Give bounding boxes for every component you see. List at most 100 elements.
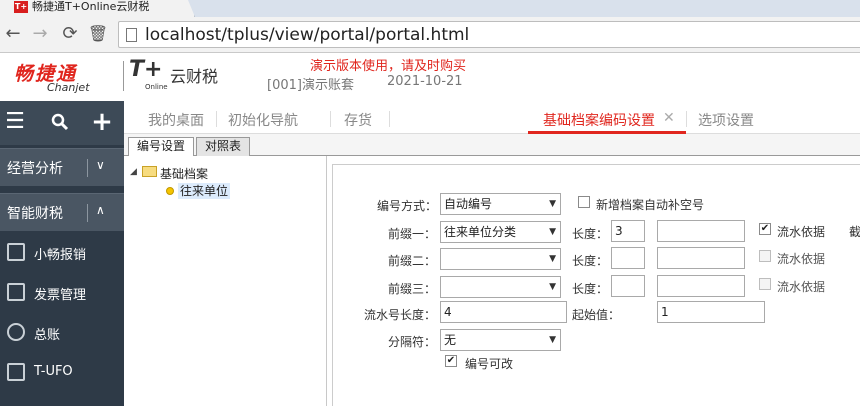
back-arrow-icon[interactable]: ← [2,23,24,45]
select-value: 往来单位分类 [444,225,517,239]
separator-select[interactable]: 无 ▼ [440,329,561,351]
serial-length-input[interactable]: 4 [440,301,567,323]
tab-inventory[interactable]: 存货 [344,110,372,130]
prefix1-length-label: 长度： [572,227,609,241]
tab-init-guide[interactable]: 初始化导航 [228,110,298,130]
tree-node-label: 基础档案 [160,167,209,181]
sidebar-item-label: T-UFO [34,364,73,379]
tab-divider [389,111,390,127]
section-divider [87,159,88,177]
tab-options[interactable]: 选项设置 [698,110,754,130]
editable-checkbox[interactable]: ✔ [445,355,457,367]
auto-fill-checkbox[interactable] [578,196,590,208]
sidebar-item-invoice[interactable]: 发票管理 [0,274,124,312]
prefix2-label: 前缀二： [388,254,437,268]
tree-node-label: 往来单位 [178,183,231,199]
input-value: 4 [444,305,452,319]
sidebar-item-label: 小畅报销 [34,248,87,263]
favicon-icon: T+ [14,1,28,13]
page-icon [126,28,137,42]
prefix1-select[interactable]: 往来单位分类 ▼ [440,221,561,243]
search-icon[interactable] [45,107,75,137]
collapse-icon[interactable]: ◢ [130,167,137,177]
prefix3-serial-label: 流水依据 [777,280,826,294]
add-icon[interactable]: + [87,107,117,137]
prefix1-serial-label: 流水依据 [777,225,826,239]
select-value: 无 [444,333,457,347]
grid-icon [7,243,25,261]
prefix3-value-input[interactable] [657,275,745,297]
tab-divider [330,111,331,127]
sidebar-item-ledger[interactable]: 总账 [0,314,124,352]
url-text: localhost/tplus/view/portal/portal.html [145,25,470,45]
input-value: 1 [661,305,669,319]
chevron-down-icon: ▼ [549,335,556,345]
numbering-form: 编号方式： 自动编号 ▼ 新增档案自动补空号 前缀一： 往来单位分类 ▼ 长度：… [327,156,860,406]
account-name: [001]演示账套 [267,78,354,93]
separator-label: 分隔符： [388,335,437,349]
tab-divider [216,111,217,127]
sidebar-item-tufo[interactable]: T-UFO [0,354,124,392]
sidebar-section-label: 智能财税 [7,206,63,222]
prefix3-length-input[interactable] [611,275,645,297]
prefix1-value-input[interactable] [657,220,745,242]
reload-icon[interactable]: ⟳ [59,23,81,45]
chevron-down-icon: ▼ [549,282,556,292]
sidebar-item-expense[interactable]: 小畅报销 [0,234,124,272]
chevron-down-icon: ▼ [549,199,556,209]
prefix3-select[interactable]: ▼ [440,276,561,298]
prefix1-serial-checkbox[interactable]: ✔ [759,223,771,235]
numbering-method-label: 编号方式： [377,199,438,213]
chevron-down-icon: ▼ [549,227,556,237]
sidebar-item-label: 发票管理 [34,288,87,303]
report-icon [7,363,25,381]
tab-mapping[interactable]: 对照表 [196,137,251,156]
section-divider [87,204,88,222]
demo-notice[interactable]: 演示版本使用，请及时购买 [310,55,466,74]
input-value: 3 [615,224,623,238]
sidebar-section-smart-tax[interactable]: 智能财税 ∧ [0,193,124,231]
address-bar[interactable]: localhost/tplus/view/portal/portal.html [118,21,860,48]
tab-my-desktop[interactable]: 我的桌面 [148,110,204,130]
editable-label: 编号可改 [465,357,514,371]
product-logo: T+ [129,57,163,82]
truncate-label: 截 [849,225,860,239]
forward-arrow-icon[interactable]: → [29,23,51,45]
prefix1-label: 前缀一： [388,227,437,241]
numbering-method-select[interactable]: 自动编号 ▼ [440,193,561,215]
prefix3-label: 前缀三： [388,282,437,296]
prefix1-length-input[interactable]: 3 [611,220,645,242]
prefix3-serial-checkbox[interactable] [759,278,771,290]
chevron-down-icon[interactable]: ∨ [96,158,105,172]
browser-tab[interactable]: T+ 畅捷通T+Online云财税 [0,0,195,17]
brand-logo-en: Chanjet [47,81,90,94]
sidebar: ☰ + 经营分析 ∨ 智能财税 ∧ 小畅报销 发票管理 总账 T-UFO [0,101,124,406]
product-logo-sub: Online [145,83,168,91]
start-value-input[interactable]: 1 [657,301,765,323]
sidebar-item-label: 总账 [34,328,61,343]
sub-tabs: 编号设置 对照表 [124,134,860,157]
browser-toolbar: ← → ⟳ 🗑 localhost/tplus/view/portal/port… [0,17,860,53]
select-value: 自动编号 [444,197,493,211]
chevron-up-icon[interactable]: ∧ [96,203,105,217]
tab-basic-archive-code[interactable]: 基础档案编码设置 [543,110,655,130]
product-name: 云财税 [170,67,219,86]
serial-length-label: 流水号长度： [364,308,437,322]
sidebar-section-label: 经营分析 [7,161,63,177]
invoice-icon [7,283,25,301]
start-value-label: 起始值： [572,308,621,322]
trash-icon[interactable]: 🗑 [87,23,109,45]
tab-numbering[interactable]: 编号设置 [128,137,195,157]
prefix2-value-input[interactable] [657,247,745,269]
module-tabs: 我的桌面 初始化导航 存货 基础档案编码设置 ✕ 选项设置 [124,101,860,134]
app-header: 畅捷通 Chanjet T+ Online 云财税 演示版本使用，请及时购买 [… [0,53,860,101]
browser-tab-strip: T+ 畅捷通T+Online云财税 [0,0,860,17]
auto-fill-label: 新增档案自动补空号 [596,198,705,212]
sidebar-section-analysis[interactable]: 经营分析 ∨ [0,148,124,186]
close-icon[interactable]: ✕ [663,110,675,126]
prefix2-select[interactable]: ▼ [440,248,561,270]
prefix2-serial-checkbox[interactable] [759,250,771,262]
prefix2-length-input[interactable] [611,247,645,269]
prefix2-length-label: 长度： [572,254,609,268]
menu-icon[interactable]: ☰ [0,107,30,137]
